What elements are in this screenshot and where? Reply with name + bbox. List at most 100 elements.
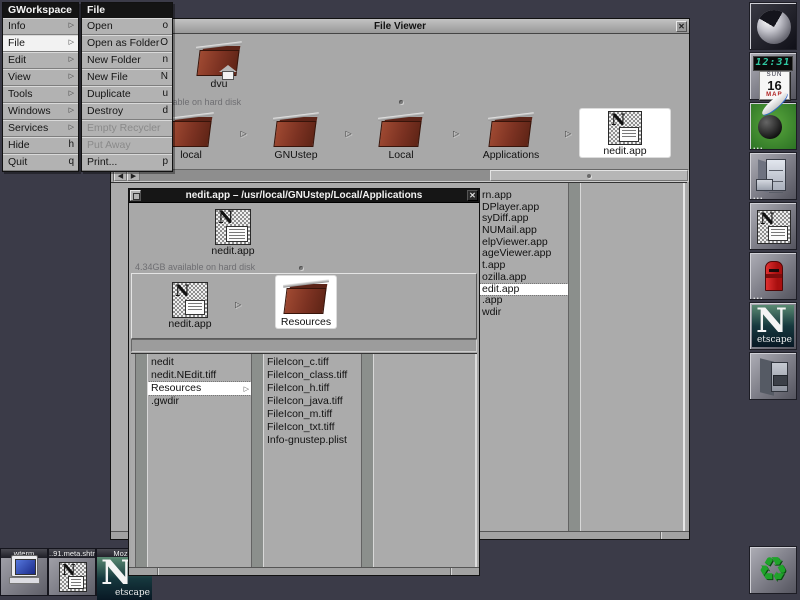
menu-item-open-as-folder[interactable]: Open as FolderO	[82, 35, 172, 52]
list-item[interactable]: FileIcon_h.tiff	[264, 382, 361, 395]
submenu-arrow-icon: ▷	[69, 104, 74, 118]
resize-bar[interactable]	[129, 567, 479, 575]
dock-tile-nedit[interactable]: N	[749, 202, 797, 250]
dock-tile-postbox[interactable]: ...	[749, 252, 797, 300]
list-item[interactable]: edit.app	[479, 284, 568, 296]
close-icon[interactable]: ✕	[676, 21, 687, 32]
path-separator-icon: ▷	[346, 129, 352, 138]
browser-column-1[interactable]: neditnedit.NEdit.tiffResources▷.gwdir	[148, 354, 251, 569]
menu-item-quit[interactable]: Quitq	[3, 154, 78, 171]
folder-icon	[169, 111, 213, 149]
running-indicator: ...	[753, 143, 764, 149]
menu-item-put-away[interactable]: Put Away	[82, 137, 172, 154]
list-item[interactable]: Info-gnustep.plist	[264, 434, 361, 447]
list-item[interactable]: syDiff.app	[479, 213, 568, 225]
miniwindow-meta-shtml[interactable]: ..91.meta.shtml N	[48, 548, 96, 596]
list-item-label: FileIcon_c.tiff	[267, 356, 329, 368]
list-item[interactable]: t.app	[479, 260, 568, 272]
browser-column-2[interactable]: FileIcon_c.tiffFileIcon_class.tiffFileIc…	[264, 354, 361, 569]
list-item[interactable]: .gwdir	[148, 395, 251, 408]
menu-item-services[interactable]: Services▷	[3, 120, 78, 137]
menu-item-new-folder[interactable]: New Foldern	[82, 52, 172, 69]
path-scrollbar[interactable]: ◀ ▶	[113, 169, 689, 182]
menu-item-info[interactable]: Info▷	[3, 18, 78, 35]
menu-item-label: Put Away	[87, 139, 131, 151]
path-item-label: GNUstep	[251, 149, 341, 161]
shelf-item-nedit[interactable]: N nedit.app	[209, 209, 257, 257]
column-scrollbar[interactable]	[135, 354, 148, 569]
nedit-window[interactable]: nedit.app – /usr/local/GNUstep/Local/App…	[128, 188, 480, 576]
dock-tile-server[interactable]	[749, 352, 797, 400]
running-indicator: ...	[753, 193, 764, 199]
path-item-label: Resources	[276, 316, 336, 328]
menu-item-label: Info	[8, 20, 26, 32]
list-item[interactable]: nedit.NEdit.tiff	[148, 369, 251, 382]
column-scrollbar[interactable]	[568, 183, 581, 531]
menu-item-view[interactable]: View▷	[3, 69, 78, 86]
menu-item-label: Hide	[8, 139, 30, 151]
menu-item-label: Windows	[8, 105, 51, 117]
menu-item-edit[interactable]: Edit▷	[3, 52, 78, 69]
menu-item-label: Empty Recycler	[87, 122, 161, 134]
list-item[interactable]: FileIcon_java.tiff	[264, 395, 361, 408]
gnustep-sphere-icon	[757, 10, 791, 44]
menu-item-windows[interactable]: Windows ▷	[3, 103, 78, 120]
menu-item-empty-recycler[interactable]: Empty Recycler	[82, 120, 172, 137]
list-item-label: Info-gnustep.plist	[267, 434, 347, 446]
applications-column[interactable]: rn.appDPlayer.appsyDiff.appNUMail.appelp…	[479, 183, 568, 531]
path-item-nedit-app[interactable]: Nnedit.app	[162, 282, 218, 330]
menu-item-new-file[interactable]: New FileN	[82, 69, 172, 86]
list-item[interactable]: ageViewer.app	[479, 248, 568, 260]
submenu-arrow-icon: ▷	[69, 36, 74, 50]
file-viewer-titlebar[interactable]: File Viewer ✕	[111, 19, 689, 34]
menu-item-duplicate[interactable]: Duplicateu	[82, 86, 172, 103]
shelf-item-dvu[interactable]: dvu	[195, 40, 243, 90]
miniaturize-button[interactable]	[130, 190, 141, 201]
list-item[interactable]: Resources▷	[148, 382, 251, 395]
list-item[interactable]: wdir	[479, 307, 568, 319]
list-item[interactable]: FileIcon_class.tiff	[264, 369, 361, 382]
dock-tile-paint[interactable]: ...	[749, 102, 797, 150]
list-item[interactable]: FileIcon_m.tiff	[264, 408, 361, 421]
menu-item-label: New Folder	[87, 54, 141, 66]
miniwindow-wterm[interactable]: wterm	[0, 548, 48, 596]
list-item-label: FileIcon_java.tiff	[267, 395, 343, 407]
file-viewer-title: File Viewer	[374, 21, 426, 32]
dock-tile-sphere[interactable]	[749, 2, 797, 50]
column-scrollbar[interactable]	[361, 354, 374, 569]
close-icon[interactable]: ✕	[467, 190, 478, 201]
folder-icon	[379, 111, 423, 149]
dock-tile-cabinet[interactable]: ...	[749, 152, 797, 200]
list-item[interactable]: ozilla.app	[479, 272, 568, 284]
shelf-dot	[299, 266, 303, 270]
list-item[interactable]: nedit	[148, 356, 251, 369]
path-item-resources[interactable]: Resources	[276, 276, 336, 328]
list-item[interactable]: FileIcon_c.tiff	[264, 356, 361, 369]
path-item-local[interactable]: Local	[356, 109, 446, 161]
list-item[interactable]: .app	[479, 295, 568, 307]
path-item-applications[interactable]: Applications	[466, 109, 556, 161]
list-item[interactable]: NUMail.app	[479, 225, 568, 237]
scrollbar-knob[interactable]	[490, 170, 688, 181]
list-item[interactable]: elpViewer.app	[479, 237, 568, 249]
list-item[interactable]: rn.app	[479, 190, 568, 202]
nedit-window-titlebar[interactable]: nedit.app – /usr/local/GNUstep/Local/App…	[129, 189, 479, 203]
menu-item-tools[interactable]: Tools▷	[3, 86, 78, 103]
path-item-gnustep[interactable]: GNUstep	[251, 109, 341, 161]
list-item[interactable]: DPlayer.app	[479, 202, 568, 214]
menu-item-destroy[interactable]: Destroyd	[82, 103, 172, 120]
menu-item-key: q	[68, 155, 74, 169]
folder-icon	[489, 111, 533, 149]
list-item[interactable]: FileIcon_txt.tiff	[264, 421, 361, 434]
dock-tile-recycler[interactable]: ♻	[749, 546, 797, 594]
menu-item-print-[interactable]: Print...p	[82, 154, 172, 171]
dock-tile-netscape[interactable]: Netscape	[749, 302, 797, 350]
path-scrollbar[interactable]	[131, 339, 477, 352]
column-scrollbar[interactable]	[251, 354, 264, 569]
dock-tile-clock[interactable]: 12:31SUN16MAR	[749, 52, 797, 100]
path-item-nedit-app[interactable]: Nnedit.app	[580, 109, 670, 157]
menu-item-open[interactable]: Openo	[82, 18, 172, 35]
menu-item-label: Tools	[8, 88, 33, 100]
menu-item-file[interactable]: File▷	[3, 35, 78, 52]
menu-item-hide[interactable]: Hideh	[3, 137, 78, 154]
